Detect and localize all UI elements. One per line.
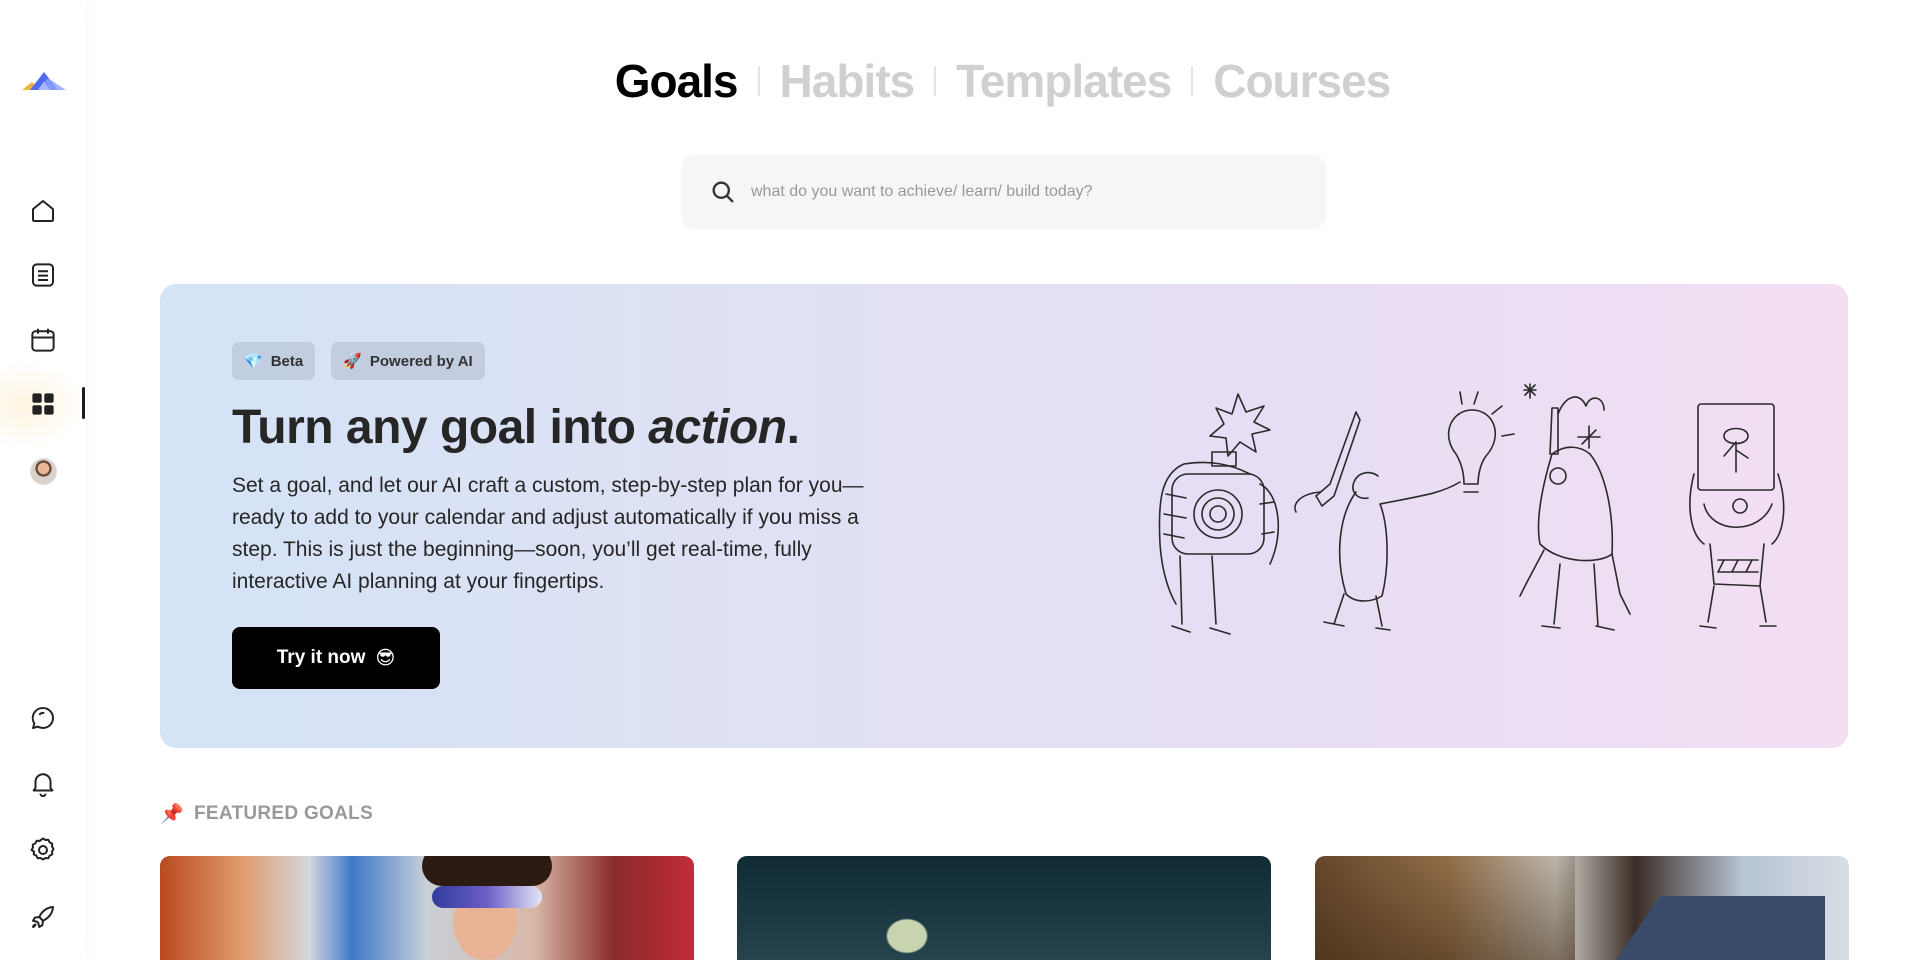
sidebar-item-dashboard[interactable]	[22, 383, 64, 425]
app-root: Goals Habits Templates Courses 💎 Beta 🚀 …	[0, 0, 1920, 960]
badge-label: Powered by AI	[369, 352, 473, 370]
sidebar	[0, 0, 86, 960]
gem-icon: 💎	[244, 353, 263, 370]
badge-row: 💎 Beta 🚀 Powered by AI	[232, 342, 485, 380]
sidebar-item-calendar[interactable]	[22, 319, 64, 361]
cta-label: Try it now	[276, 647, 366, 668]
trees-image	[1315, 856, 1575, 960]
document-list-icon	[32, 263, 54, 287]
pushpin-icon: 📌	[160, 804, 184, 825]
badge-label: Beta	[270, 352, 304, 370]
sidebar-item-notes[interactable]	[22, 254, 64, 296]
sidebar-item-launch[interactable]	[22, 896, 64, 938]
tab-courses[interactable]: Courses	[1213, 54, 1391, 108]
hero-title: Turn any goal into action.	[232, 400, 800, 455]
hero-title-emphasis: action	[648, 401, 787, 454]
hero-banner: 💎 Beta 🚀 Powered by AI Turn any goal int…	[160, 284, 1848, 748]
calendar-icon	[31, 328, 55, 352]
house-roof-image	[1605, 896, 1825, 960]
rocket-emoji-icon: 🚀	[343, 353, 362, 370]
featured-goal-card[interactable]	[1315, 856, 1849, 960]
tab-divider	[757, 66, 760, 96]
chat-bubble-icon	[31, 706, 54, 729]
featured-goal-card[interactable]	[160, 856, 694, 960]
sidebar-item-home[interactable]	[22, 190, 64, 232]
ai-badge: 🚀 Powered by AI	[331, 342, 485, 380]
featured-goals-label: FEATURED GOALS	[193, 803, 374, 824]
tab-templates[interactable]: Templates	[956, 54, 1172, 108]
sidebar-item-notifications[interactable]	[22, 762, 64, 804]
hero-description: Set a goal, and let our AI craft a custo…	[232, 474, 864, 593]
tab-divider	[1191, 66, 1194, 96]
search-input[interactable]	[751, 183, 1291, 201]
search-icon	[712, 181, 734, 203]
featured-goals-heading: 📌 FEATURED GOALS	[160, 802, 373, 826]
grid-icon	[32, 393, 54, 415]
featured-goal-card[interactable]	[737, 856, 1271, 960]
sunglasses-emoji-icon: 😎	[375, 647, 396, 669]
hero-title-prefix: Turn any goal into	[232, 401, 649, 454]
search-bar	[681, 155, 1326, 229]
tab-habits[interactable]: Habits	[780, 54, 916, 108]
tab-divider	[934, 66, 937, 96]
home-icon	[32, 200, 54, 222]
bell-icon	[32, 773, 54, 798]
sidebar-item-chat[interactable]	[22, 697, 64, 739]
people-illustration	[1158, 383, 1785, 635]
beta-badge: 💎 Beta	[232, 342, 316, 380]
top-tabs: Goals Habits Templates Courses	[0, 54, 1920, 108]
hero-title-suffix: .	[786, 401, 800, 454]
tab-goals[interactable]: Goals	[615, 54, 739, 108]
runner-sunglasses	[432, 886, 542, 908]
avatar[interactable]	[30, 458, 57, 485]
runner-hair	[422, 856, 552, 886]
gear-icon	[30, 837, 55, 861]
try-it-now-button[interactable]: Try it now 😎	[232, 627, 440, 689]
sidebar-item-settings[interactable]	[22, 829, 64, 871]
money-image	[877, 911, 937, 960]
active-indicator	[82, 387, 85, 419]
rocket-icon	[32, 906, 54, 928]
